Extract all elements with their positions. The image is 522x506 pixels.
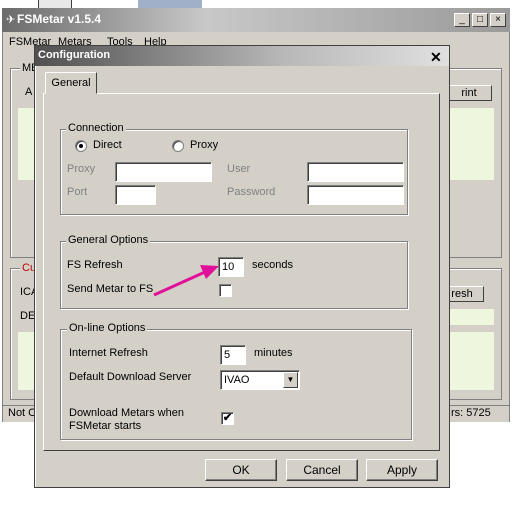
arrow-shaft (153, 270, 206, 297)
tab-general[interactable]: General (45, 72, 97, 94)
